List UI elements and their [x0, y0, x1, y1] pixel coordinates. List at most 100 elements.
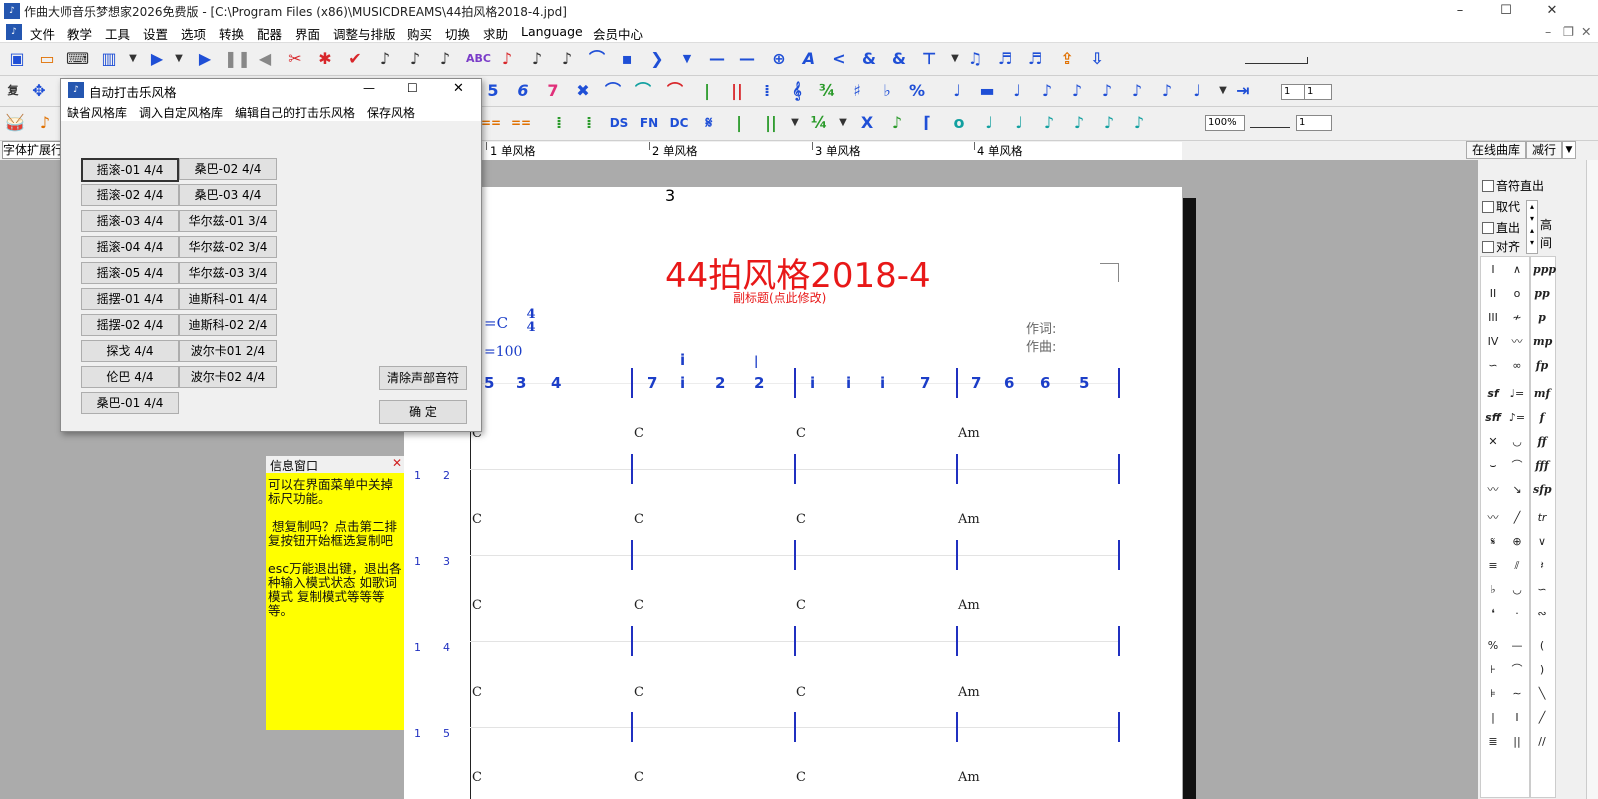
note-c-icon[interactable]: ♪: [1066, 80, 1088, 102]
menu-orchestrate[interactable]: 配器: [257, 24, 282, 43]
mdi-close[interactable]: ✕: [1581, 24, 1591, 39]
melody-note[interactable]: i: [880, 374, 885, 392]
dropdown-arrow-icon[interactable]: ▼: [122, 48, 144, 70]
cut-icon[interactable]: ✂: [284, 48, 306, 70]
dot-icon[interactable]: ·: [1508, 605, 1526, 623]
caret-icon[interactable]: ∧: [1508, 261, 1526, 279]
dash-orange-icon[interactable]: ==: [480, 112, 502, 134]
time-sig2-icon[interactable]: ¼: [808, 112, 830, 134]
field-c-input[interactable]: 1: [1296, 115, 1332, 131]
end-icon[interactable]: ⇥: [1232, 80, 1254, 102]
chord-symbol[interactable]: C: [796, 426, 806, 441]
upload-icon[interactable]: ⇪: [1056, 48, 1078, 70]
note-mark-icon[interactable]: ♪: [434, 48, 456, 70]
note-teal2-icon[interactable]: ♩: [1008, 112, 1030, 134]
piano-icon[interactable]: ▥: [98, 48, 120, 70]
beam2-icon[interactable]: ♬: [1024, 48, 1046, 70]
note-b-icon[interactable]: ♪: [1036, 80, 1058, 102]
style-button-right[interactable]: 波尔卡02 4/4: [179, 366, 277, 388]
note-edit-icon[interactable]: ♪: [374, 48, 396, 70]
note-dropdown-icon[interactable]: ▼: [1212, 80, 1234, 102]
chord-symbol[interactable]: Am: [958, 685, 980, 700]
note-teal4-icon[interactable]: ♪: [1068, 112, 1090, 134]
menu-file[interactable]: 文件: [30, 24, 55, 43]
menu-edit-own-style[interactable]: 编辑自己的打击乐风格: [235, 104, 355, 121]
clear-part-notes-button[interactable]: 清除声部音符: [379, 366, 467, 390]
fn-button[interactable]: FN: [638, 112, 660, 134]
style-button-left[interactable]: 摇滚-01 4/4: [81, 158, 179, 182]
barline-icon[interactable]: |: [696, 80, 718, 102]
hook-icon[interactable]: ⊧: [1484, 685, 1502, 703]
style-button-left[interactable]: 摇摆-02 4/4: [81, 314, 179, 336]
melody-note[interactable]: 5: [484, 374, 494, 392]
stack-icon[interactable]: ≣: [1484, 733, 1502, 751]
coda-icon[interactable]: ⊕: [1508, 533, 1526, 551]
long-wave-icon[interactable]: 〰: [1484, 509, 1502, 527]
spin-buttons[interactable]: ▴ ▾ ▴ ▾: [1526, 200, 1538, 254]
style-button-left[interactable]: 探戈 4/4: [81, 340, 179, 362]
add-part-icon[interactable]: &: [858, 48, 880, 70]
chord-symbol[interactable]: C: [796, 512, 806, 527]
repeat-icon[interactable]: ⁞: [756, 80, 778, 102]
doc-icon[interactable]: ♪: [6, 24, 22, 40]
rewind-icon[interactable]: ◀: [254, 48, 276, 70]
note-green-icon[interactable]: ♪: [886, 112, 908, 134]
chevron-down-icon[interactable]: ▼: [676, 48, 698, 70]
note-teal6-icon[interactable]: ♪: [1128, 112, 1150, 134]
paren-left-icon[interactable]: (: [1533, 637, 1551, 655]
replace-checkbox[interactable]: [1482, 201, 1494, 213]
repeat-end-icon[interactable]: ⁞: [578, 112, 600, 134]
melody-note[interactable]: 7: [971, 374, 981, 392]
percent-icon[interactable]: %: [906, 80, 928, 102]
square-icon[interactable]: ▪: [616, 48, 638, 70]
dialog-maximize-button[interactable]: ☐: [407, 81, 418, 95]
squiggle-icon[interactable]: ∽: [1533, 581, 1551, 599]
style-button-left[interactable]: 摇滚-02 4/4: [81, 184, 179, 206]
dc-button[interactable]: DC: [668, 112, 690, 134]
time-dropdown-icon[interactable]: ▼: [832, 112, 854, 134]
melody-note[interactable]: 2: [754, 374, 764, 392]
style-button-left[interactable]: 桑巴-01 4/4: [81, 392, 179, 414]
note-e-icon[interactable]: ♪: [1126, 80, 1148, 102]
quarter-note-icon[interactable]: ♩: [946, 80, 968, 102]
style-button-right[interactable]: 迪斯科-02 2/4: [179, 314, 277, 336]
style-button-right[interactable]: 华尔兹-01 3/4: [179, 210, 277, 232]
circle-small-icon[interactable]: o: [1508, 285, 1526, 303]
sf-icon[interactable]: sf: [1484, 385, 1502, 403]
fermata-icon[interactable]: ⌒: [664, 80, 686, 102]
accent-icon[interactable]: <: [828, 48, 850, 70]
note-g-icon[interactable]: ♩: [1186, 80, 1208, 102]
note-tool-icon[interactable]: ♪: [526, 48, 548, 70]
menu-load-custom-library[interactable]: 调入自定风格库: [139, 104, 223, 121]
slide-icon[interactable]: ↘: [1508, 481, 1526, 499]
chord-symbol[interactable]: Am: [958, 426, 980, 441]
lower-turn-icon[interactable]: ⌣: [1484, 457, 1502, 475]
menu-help[interactable]: 求助: [483, 24, 508, 43]
melody-note[interactable]: 4: [551, 374, 561, 392]
check-icon[interactable]: ✔: [344, 48, 366, 70]
note-direct-checkbox[interactable]: [1482, 180, 1494, 192]
note-a-icon[interactable]: ♩: [1006, 80, 1028, 102]
breath-icon[interactable]: ❛: [1484, 605, 1502, 623]
menu-language[interactable]: Language: [521, 24, 583, 39]
online-library-button[interactable]: 在线曲库: [1466, 141, 1526, 159]
menu-member[interactable]: 会员中心: [593, 24, 643, 43]
vertical-line-icon[interactable]: |: [1484, 709, 1502, 727]
line-icon[interactable]: —: [736, 48, 758, 70]
tempo-marking[interactable]: =100: [484, 344, 522, 360]
dynamic-fff[interactable]: fff: [1533, 457, 1551, 475]
save-icon[interactable]: ▣: [6, 48, 28, 70]
style-button-right[interactable]: 桑巴-03 4/4: [179, 184, 277, 206]
note-red-icon[interactable]: ♪: [496, 48, 518, 70]
melody-note[interactable]: i: [810, 374, 815, 392]
composer-label[interactable]: 作曲:: [1026, 336, 1056, 355]
chord-symbol[interactable]: C: [796, 598, 806, 613]
ds-button[interactable]: DS: [608, 112, 630, 134]
double-slash-icon[interactable]: //: [1533, 733, 1551, 751]
roman-3-icon[interactable]: III: [1484, 309, 1502, 327]
volta-dropdown-icon[interactable]: ▼: [784, 112, 806, 134]
turn-icon[interactable]: ∽: [1484, 357, 1502, 375]
copy-icon[interactable]: 复: [2, 80, 24, 102]
menu-layout[interactable]: 调整与排版: [333, 24, 396, 43]
style-button-right[interactable]: 迪斯科-01 4/4: [179, 288, 277, 310]
